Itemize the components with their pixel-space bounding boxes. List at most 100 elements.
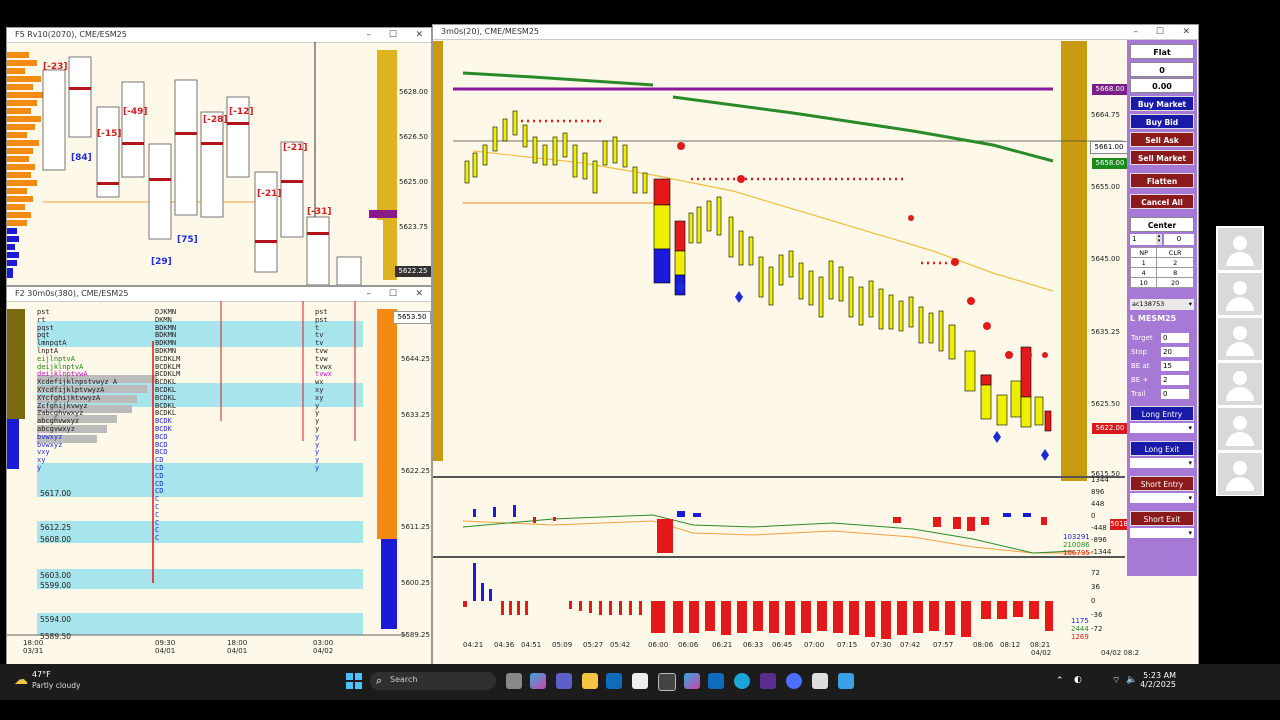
clr-button[interactable]: CLR [1156,247,1194,258]
flatten-button[interactable]: Flatten [1130,173,1194,188]
participant-avatar[interactable] [1218,453,1262,495]
tpo-window[interactable]: F2 30m0s(380), CME/ESM25 – ☐ ✕ pst rt pq… [6,286,432,666]
close-icon[interactable]: ✕ [1182,25,1190,39]
short-exit-button[interactable]: Short Exit [1130,511,1194,526]
store-icon[interactable] [708,673,724,689]
volume-icon[interactable]: 🔈 [1126,675,1137,685]
footprint-chart[interactable]: [-23] [84] [-15] [-49] [29] [75] [-28] [… [7,42,431,285]
stop-input[interactable]: 20 [1161,347,1189,357]
qty-preset-button[interactable]: 10 [1129,277,1158,288]
participant-avatar[interactable] [1218,273,1262,315]
price-chart[interactable] [433,41,1125,661]
short-entry-select[interactable]: ▾ [1130,493,1194,503]
current-price-label: 5653.50 [393,311,431,324]
level-label: 5603.00 [40,571,72,580]
windows-start-icon[interactable] [346,673,362,689]
participant-avatar[interactable] [1218,363,1262,405]
weather-widget[interactable]: ☁ 47°F Partly cloudy [12,670,92,694]
openai-icon[interactable] [632,673,648,689]
file-icon[interactable] [506,673,522,689]
main-chart-window[interactable]: 3m0s(20), CME/MESM25 – ☐ ✕ 5664.75 5655.… [432,24,1199,666]
teams-icon[interactable] [556,673,572,689]
level-label: 5599.00 [40,581,72,590]
close-icon[interactable]: ✕ [415,28,423,42]
snip-icon[interactable] [838,673,854,689]
oscillator-1 [462,505,1093,554]
position-qty: 0 [1130,62,1194,77]
long-exit-select[interactable]: ▾ [1130,458,1194,468]
candles [464,110,1052,432]
level-label: 5594.00 [40,615,72,624]
outlook-icon[interactable] [606,673,622,689]
long-exit-button[interactable]: Long Exit [1130,441,1194,456]
osc-tick: 72 [1091,569,1100,577]
short-entry-button[interactable]: Short Entry [1130,476,1194,491]
participant-avatar[interactable] [1218,318,1262,360]
photos-icon[interactable] [658,673,676,691]
long-entry-select[interactable]: ▾ [1130,423,1194,433]
price-tick: 5664.75 [1091,111,1120,119]
search-placeholder: Search [390,675,418,684]
minimize-icon[interactable]: – [367,287,372,301]
qty-preset-button[interactable]: 8 [1156,267,1194,278]
qty-preset-button[interactable]: 2 [1156,257,1194,268]
chevron-down-icon: ▾ [1188,459,1192,467]
clock[interactable]: 5:23 AM 4/2/2025 [1140,671,1176,689]
footprint-window-titlebar[interactable]: F5 Rv10(2070), CME/ESM25 – ☐ ✕ [7,28,431,43]
trail-input[interactable]: 0 [1161,389,1189,399]
footprint-window[interactable]: F5 Rv10(2070), CME/ESM25 – ☐ ✕ [-23] [84… [6,27,432,286]
copilot-app-icon[interactable] [684,673,700,689]
account-select[interactable]: ac138753 ▾ [1130,299,1194,310]
position-status: Flat [1130,44,1194,59]
center-button[interactable]: Center [1130,217,1194,232]
participant-avatar[interactable] [1218,408,1262,450]
copilot-icon[interactable] [530,673,546,689]
sell-market-button[interactable]: Sell Market [1130,150,1194,165]
wifi-icon[interactable]: ⌔ [1112,675,1120,686]
weather-text: Partly cloudy [32,681,81,690]
vs-icon[interactable] [760,673,776,689]
osc-tick: 0 [1091,597,1096,605]
buy-bid-button[interactable]: Buy Bid [1130,114,1194,129]
minimize-icon[interactable]: – [1134,25,1139,39]
qty-preset-button[interactable]: 4 [1129,267,1158,278]
price-tick: 5625.00 [399,178,428,186]
osc-tick: 36 [1091,583,1100,591]
main-chart-titlebar[interactable]: 3m0s(20), CME/MESM25 – ☐ ✕ [433,25,1198,40]
price-label-level: 5661.00 [1090,141,1128,154]
quantity-stepper-icon[interactable]: ▴ ▾ [1156,234,1162,245]
chat-icon[interactable] [786,673,802,689]
maximize-icon[interactable]: ☐ [389,28,397,42]
be-at-input[interactable]: 15 [1161,361,1189,371]
maximize-icon[interactable]: ☐ [1156,25,1164,39]
participant-avatar[interactable] [1218,228,1262,270]
long-entry-button[interactable]: Long Entry [1130,406,1194,421]
tray-chevron-icon[interactable]: ⌃ [1056,676,1064,686]
short-exit-select[interactable]: ▾ [1130,528,1194,538]
tray-icon[interactable]: ◐ [1074,675,1082,685]
close-icon[interactable]: ✕ [415,287,423,301]
qty-preset-button[interactable]: 1 [1129,257,1158,268]
tpo-window-titlebar[interactable]: F2 30m0s(380), CME/ESM25 – ☐ ✕ [7,287,431,302]
explorer-icon[interactable] [582,673,598,689]
be-plus-input[interactable]: 2 [1161,375,1189,385]
osc-value: 1269 [1071,633,1089,641]
buy-market-button[interactable]: Buy Market [1130,96,1194,111]
terminal-icon[interactable] [812,673,828,689]
edge-icon[interactable] [734,673,750,689]
delta-label: [-12] [229,107,254,117]
np-button[interactable]: NP [1129,247,1158,258]
cancel-all-button[interactable]: Cancel All [1130,194,1194,209]
maximize-icon[interactable]: ☐ [389,287,397,301]
search-box[interactable]: ⌕ Search [370,672,496,690]
price-tick: 5625.50 [1091,400,1120,408]
minimize-icon[interactable]: – [367,28,372,42]
osc-tick: -72 [1091,625,1103,633]
target-input[interactable]: 0 [1161,333,1189,343]
quantity-input[interactable]: 1 [1130,234,1158,245]
clock-time: 5:23 AM [1143,671,1176,680]
qty-preset-button[interactable]: 20 [1156,277,1194,288]
tpo-row: pst [37,308,50,316]
time-label: 09:30 04/01 [155,639,176,655]
sell-ask-button[interactable]: Sell Ask [1130,132,1194,147]
